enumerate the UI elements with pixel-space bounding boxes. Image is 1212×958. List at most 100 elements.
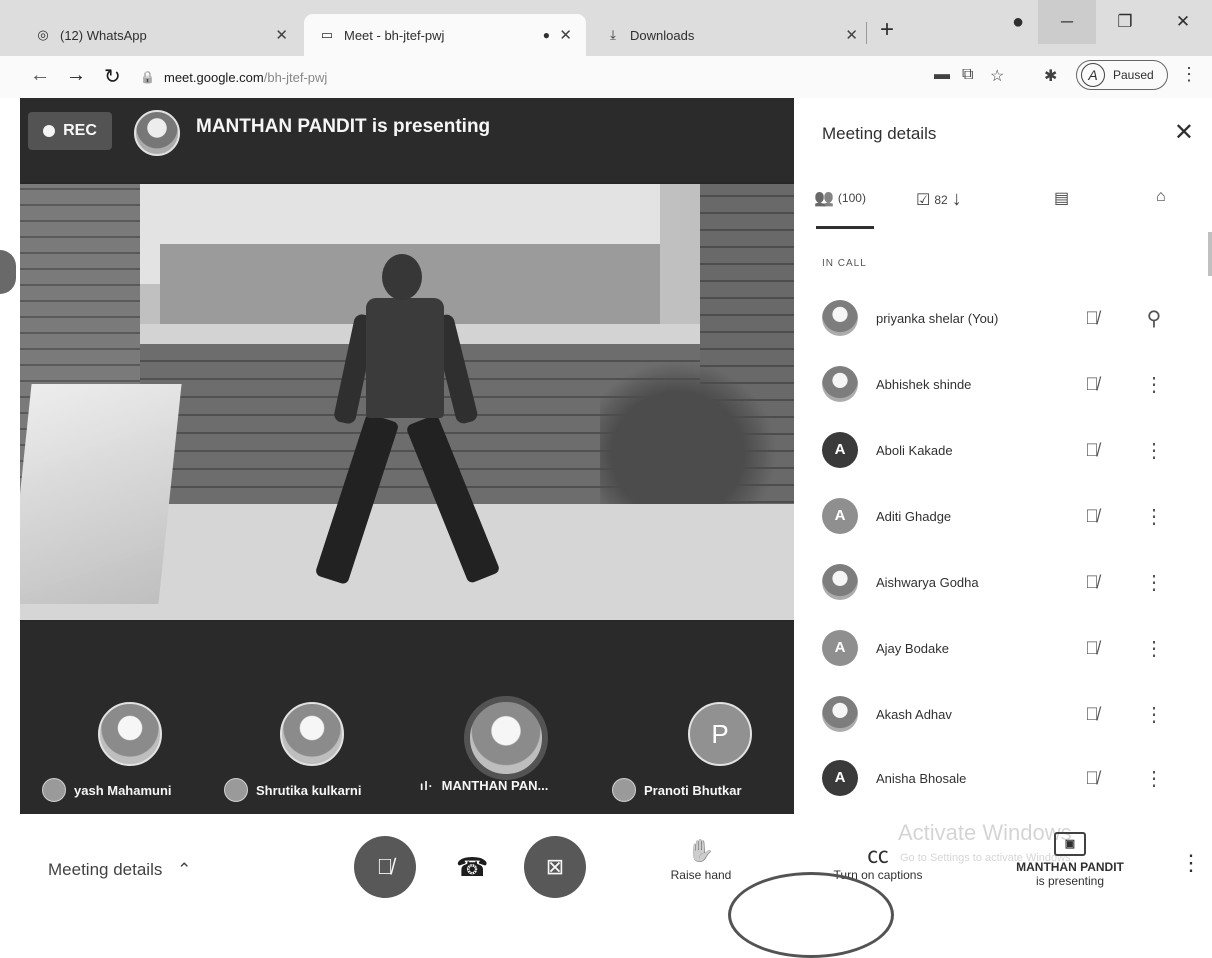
participant-tile[interactable]: P Pranoti Bhutkar: [612, 622, 792, 814]
more-options-icon[interactable]: ⋮: [1134, 438, 1174, 463]
tasks-count: 82: [934, 192, 948, 207]
panel-scrollbar[interactable]: [1208, 232, 1212, 276]
presenting-title: MANTHAN PANDIT is presenting: [196, 116, 491, 137]
active-tab-indicator: [816, 226, 874, 229]
back-icon[interactable]: ←: [30, 64, 50, 87]
tab-chat[interactable]: ▤: [1054, 188, 1069, 208]
close-tab-icon[interactable]: ✕: [275, 26, 288, 44]
present-screen-icon: ▣: [1054, 832, 1086, 856]
chevron-up-icon: ⌃: [177, 860, 192, 879]
participant-row[interactable]: Aishwarya Godha 🎙̸ ⋮: [822, 562, 1182, 602]
mic-muted-icon: 🎙̸: [1085, 703, 1099, 724]
avatar: A: [822, 498, 858, 534]
extensions-puzzle-icon[interactable]: ✱: [1044, 66, 1057, 86]
mic-muted-icon: 🎙̸: [1085, 767, 1099, 788]
participant-tile-presenter[interactable]: ıl· MANTHAN PAN...: [420, 622, 600, 814]
recording-badge: REC: [28, 112, 112, 150]
hang-up-button[interactable]: ☎: [456, 852, 488, 883]
tab-attendance[interactable]: ☑ 82 ↓: [916, 188, 962, 211]
avatar-mini: [612, 778, 636, 802]
tab-meet[interactable]: ▭ Meet - bh-jtef-pwj ● ✕: [304, 14, 586, 56]
reload-icon[interactable]: ↻: [104, 64, 121, 89]
close-tab-icon[interactable]: ✕: [845, 26, 858, 44]
participant-row[interactable]: A Anisha Bhosale 🎙̸ ⋮: [822, 758, 1182, 798]
translate-icon[interactable]: ⧉: [962, 66, 973, 84]
meeting-details-panel: Meeting details ✕ 👥 (100) ☑ 82 ↓ ▤ ⌂ IN …: [800, 98, 1212, 814]
raise-hand-button[interactable]: ✋ Raise hand: [654, 838, 748, 882]
browser-menu-icon[interactable]: ⋮: [1180, 64, 1198, 85]
meeting-control-bar: Meeting details ⌃ 🎙̸ ☎ ⊠ ✋ Raise hand ㏄ …: [0, 814, 1212, 914]
media-control-icon[interactable]: ●: [998, 11, 1038, 34]
tile-label: Shrutika kulkarni: [224, 778, 361, 802]
more-options-icon[interactable]: ⋮: [1134, 766, 1174, 791]
participant-row[interactable]: Akash Adhav 🎙̸ ⋮: [822, 694, 1182, 734]
figure-head: [382, 254, 422, 300]
avatar: P: [688, 702, 752, 766]
new-tab-button[interactable]: +: [880, 16, 894, 44]
avatar: [464, 696, 548, 780]
participant-tile[interactable]: yash Mahamuni: [30, 622, 190, 814]
speaking-indicator-icon: ıl·: [420, 778, 434, 793]
lock-icon: 🔒: [140, 70, 155, 84]
participant-row[interactable]: A Aboli Kakade 🎙̸ ⋮: [822, 430, 1182, 470]
url-bar[interactable]: 🔒 meet.google.com/bh-jtef-pwj: [140, 62, 900, 92]
forward-icon[interactable]: →: [66, 64, 86, 87]
tab-activities[interactable]: ⌂: [1156, 188, 1166, 206]
profile-paused-button[interactable]: A Paused: [1076, 60, 1168, 90]
participant-row[interactable]: priyanka shelar (You) 🎙̸ ⚲: [822, 298, 1182, 338]
tab-downloads[interactable]: ⤓ Downloads ✕: [590, 14, 872, 56]
participant-row[interactable]: A Ajay Bodake 🎙̸ ⋮: [822, 628, 1182, 668]
mic-toggle-button[interactable]: 🎙̸: [354, 836, 416, 898]
more-options-icon[interactable]: ⋮: [1134, 636, 1174, 661]
presentation-stage: REC MANTHAN PANDIT is presenting yash Ma…: [20, 98, 794, 814]
people-count: (100): [837, 191, 866, 205]
more-options-icon[interactable]: ⋮: [1134, 702, 1174, 727]
recording-indicator-icon: ●: [542, 28, 550, 42]
avatar: A: [822, 630, 858, 666]
participant-tile[interactable]: Shrutika kulkarni: [216, 622, 396, 814]
bookmark-star-icon[interactable]: ☆: [990, 66, 1004, 86]
camera-icon[interactable]: ▬: [934, 66, 950, 84]
side-handle: [0, 250, 16, 294]
presenter-video: [20, 184, 794, 620]
record-dot-icon: [43, 125, 56, 137]
people-icon: 👥: [814, 190, 834, 207]
close-window-button[interactable]: ✕: [1154, 12, 1212, 32]
minimize-button[interactable]: ─: [1038, 0, 1096, 44]
shapes-icon: ⌂: [1156, 188, 1166, 205]
profile-avatar-icon: A: [1081, 63, 1105, 87]
tab-people[interactable]: 👥 (100): [814, 188, 866, 208]
meet-icon: ▭: [320, 27, 334, 42]
phone-hangup-icon: ☎: [456, 852, 489, 882]
mic-muted-icon: 🎙̸: [1085, 439, 1099, 460]
more-options-icon[interactable]: ⋮: [1134, 372, 1174, 397]
avatar: [822, 366, 858, 402]
figure-leg: [405, 413, 501, 585]
more-options-icon[interactable]: ⋮: [1180, 850, 1202, 876]
tab-whatsapp[interactable]: ◎ (12) WhatsApp ✕: [20, 14, 302, 56]
pin-icon[interactable]: ⚲: [1134, 306, 1174, 331]
avatar-mini: [42, 778, 66, 802]
participant-name: Aboli Kakade: [876, 442, 953, 458]
whatsapp-icon: ◎: [37, 27, 49, 42]
profile-label: Paused: [1113, 68, 1154, 82]
tile-name: MANTHAN PAN...: [441, 778, 549, 793]
figure-torso: [366, 298, 444, 418]
close-icon[interactable]: ✕: [1174, 118, 1194, 147]
avatar: [822, 696, 858, 732]
more-options-icon[interactable]: ⋮: [1134, 570, 1174, 595]
close-tab-icon[interactable]: ✕: [559, 26, 572, 44]
dancer-figure: [314, 254, 530, 614]
more-options-icon[interactable]: ⋮: [1134, 504, 1174, 529]
meeting-details-toggle[interactable]: Meeting details ⌃: [48, 860, 191, 880]
camera-toggle-button[interactable]: ⊠: [524, 836, 586, 898]
window-controls: ● ─ ❐ ✕: [998, 0, 1212, 44]
tab-label: (12) WhatsApp: [60, 27, 147, 43]
meeting-details-label: Meeting details: [48, 860, 163, 879]
presenting-status-button[interactable]: ▣ MANTHAN PANDIT is presenting: [1000, 832, 1140, 888]
maximize-button[interactable]: ❐: [1096, 12, 1154, 32]
participant-name: Akash Adhav: [876, 706, 952, 722]
participant-row[interactable]: Abhishek shinde 🎙̸ ⋮: [822, 364, 1182, 404]
participant-row[interactable]: A Aditi Ghadge 🎙̸ ⋮: [822, 496, 1182, 536]
stage-header: REC MANTHAN PANDIT is presenting: [20, 98, 794, 182]
